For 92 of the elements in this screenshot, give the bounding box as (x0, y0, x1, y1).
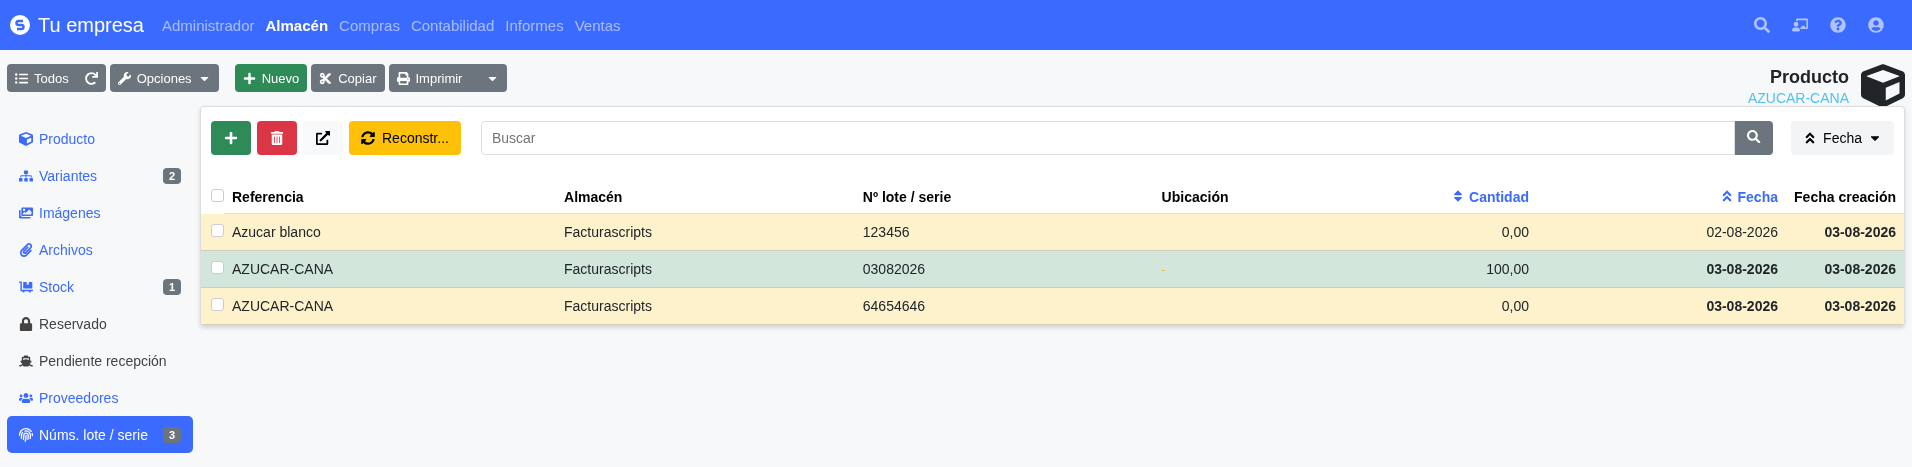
table-cell: Facturascripts (564, 261, 652, 277)
column-header[interactable]: Almacén (556, 181, 855, 214)
column-header[interactable]: Referencia (224, 181, 557, 214)
sync-icon (361, 131, 375, 145)
box-icon (19, 131, 33, 146)
row-checkbox[interactable] (211, 223, 224, 237)
search-field[interactable]: Buscar (480, 121, 1736, 155)
count-badge: 2 (162, 167, 181, 184)
table-cell: 100,00 (1486, 261, 1529, 277)
sidebar-item[interactable]: Producto (7, 120, 193, 157)
sidebar-item[interactable]: Núms. lote / serie 3 (7, 416, 193, 453)
sidebar-item[interactable]: Reservado (7, 305, 193, 342)
table-cell: 0,00 (1501, 298, 1529, 314)
table-cell: 123456 (862, 224, 910, 240)
sidebar-item[interactable]: Stock 1 (7, 268, 193, 305)
user-icon[interactable] (1868, 17, 1884, 33)
presentation-icon[interactable] (1792, 17, 1808, 33)
sort-dropdown[interactable]: Fecha (1791, 121, 1894, 155)
sidebar-item[interactable]: Proveedores (7, 379, 193, 416)
count-badge: 1 (162, 278, 181, 295)
export-button[interactable] (303, 121, 343, 155)
print-icon (396, 71, 410, 85)
menu-item[interactable]: Contabilidad (410, 16, 495, 34)
options-button[interactable]: Opciones (109, 64, 219, 92)
rebuild-button[interactable]: Reconstr... (349, 121, 461, 155)
dolly-icon (19, 279, 33, 294)
page-title: Producto (1769, 66, 1849, 88)
scissors-icon (319, 71, 333, 85)
row-checkbox[interactable] (211, 298, 224, 311)
paperclip-icon (19, 242, 33, 257)
refresh-icon[interactable] (84, 71, 98, 85)
add-button[interactable] (211, 121, 251, 155)
sidebar-item[interactable]: Variantes 2 (7, 157, 193, 194)
sidebar-item[interactable]: Imágenes (7, 194, 193, 231)
table-cell: 03-08-2026 (1706, 261, 1778, 277)
table-cell: Azucar blanco (232, 224, 321, 240)
table-cell: 0,00 (1501, 224, 1529, 240)
menu-item[interactable]: Almacén (265, 16, 329, 34)
plus-icon (224, 131, 238, 145)
sidebar-item[interactable]: Archivos (7, 231, 193, 268)
table-cell: AZUCAR-CANA (232, 298, 334, 314)
table-cell: 03082026 (862, 261, 926, 277)
table-cell: 03-08-2026 (1824, 298, 1896, 314)
fingerprint-icon (19, 427, 33, 442)
images-icon (19, 205, 33, 220)
sidebar-item[interactable]: Pendiente recepción (7, 342, 193, 379)
table-cell: 64654646 (862, 298, 926, 314)
search-button[interactable] (1735, 121, 1774, 155)
menu-item[interactable]: Administrador (161, 16, 255, 34)
print-button[interactable]: Imprimir (388, 64, 508, 92)
list-button[interactable]: Todos (7, 64, 106, 92)
table-row[interactable]: AZUCAR-CANA Facturascripts 03082026 - 100,00 03-08-2026 03-08-2026 (201, 250, 1904, 288)
table-cell: Facturascripts (564, 224, 652, 240)
table-row[interactable]: AZUCAR-CANA Facturascripts 64654646 0,00 03-08-2026 03-08-2026 (201, 287, 1904, 325)
table-cell: 03-08-2026 (1824, 224, 1896, 240)
column-header[interactable]: Cantidad (1386, 181, 1537, 214)
help-icon[interactable] (1830, 17, 1846, 33)
new-button[interactable]: Nuevo (234, 64, 308, 92)
menu-item[interactable]: Compras (339, 16, 400, 34)
brand-name[interactable]: Tu empresa (38, 13, 144, 37)
page-subtitle: AZUCAR-CANA (1747, 89, 1849, 106)
trash-icon (270, 131, 284, 145)
table-cell: AZUCAR-CANA (232, 261, 334, 277)
column-header[interactable]: Fecha (1537, 181, 1786, 214)
table-cell: Facturascripts (564, 298, 652, 314)
table-cell: - (1161, 263, 1165, 275)
column-header[interactable]: Ubicación (1153, 181, 1386, 214)
logo-icon (10, 15, 30, 35)
search-icon[interactable] (1754, 17, 1770, 33)
cube-icon (1861, 64, 1905, 108)
table-cell: 02-08-2026 (1706, 224, 1778, 240)
table-row[interactable]: Azucar blanco Facturascripts 123456 0,00 02-08-2026 03-08-2026 (201, 213, 1904, 251)
menu-item[interactable]: Informes (505, 16, 564, 34)
lock-icon (19, 316, 33, 331)
users-icon (19, 390, 33, 405)
menu-item[interactable]: Ventas (574, 16, 621, 34)
ship-icon (19, 353, 33, 368)
search-icon (1747, 129, 1761, 144)
select-all-checkbox[interactable] (211, 189, 224, 203)
list-icon (15, 71, 28, 85)
plus-icon (242, 71, 256, 85)
column-header[interactable]: Fecha creación (1786, 181, 1904, 214)
table-cell: 03-08-2026 (1824, 261, 1896, 277)
copy-button[interactable]: Copiar (311, 64, 385, 92)
sitemap-icon (19, 168, 33, 183)
row-checkbox[interactable] (211, 261, 224, 274)
external-link-icon (316, 131, 330, 145)
delete-button[interactable] (257, 121, 297, 155)
wrench-icon (117, 71, 131, 85)
column-header[interactable]: Nº lote / serie (854, 181, 1154, 214)
count-badge: 3 (162, 426, 181, 443)
table-cell: 03-08-2026 (1706, 298, 1778, 314)
